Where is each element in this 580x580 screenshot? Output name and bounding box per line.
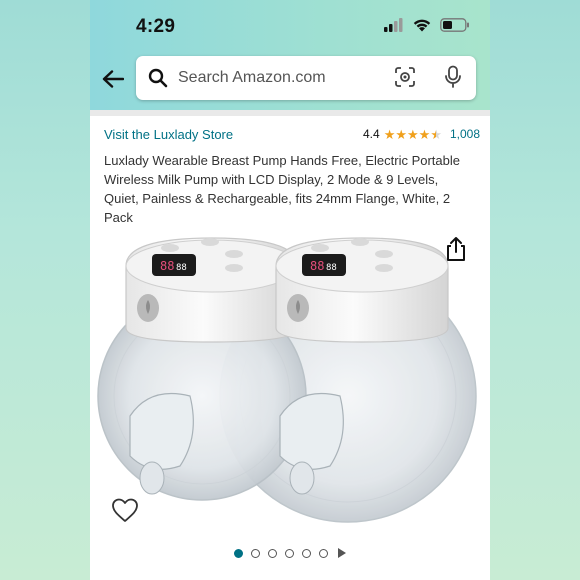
status-time: 4:29: [136, 16, 176, 37]
star-icon: ★: [418, 126, 431, 142]
carousel-indicator: [90, 546, 490, 560]
search-actions: [392, 64, 466, 90]
rating-count[interactable]: 1,008: [450, 127, 480, 141]
carousel-dot[interactable]: [234, 548, 243, 558]
svg-text:88: 88: [310, 259, 324, 273]
camera-scan-icon[interactable]: [392, 64, 418, 90]
product-image-carousel[interactable]: 88 88 88 88: [90, 226, 490, 542]
carousel-dot[interactable]: [319, 548, 328, 558]
signal-icon: [384, 18, 403, 32]
star-icon: ★: [383, 126, 396, 142]
favorite-button[interactable]: [110, 496, 140, 524]
top-bar: 4:29: [90, 0, 490, 110]
microphone-icon[interactable]: [440, 64, 466, 90]
product-title: Luxlady Wearable Breast Pump Hands Free,…: [104, 153, 460, 225]
rating-value: 4.4: [363, 127, 380, 141]
star-icon: ★: [407, 126, 419, 142]
search-bar[interactable]: [136, 56, 476, 100]
status-icons: [384, 18, 470, 32]
share-button[interactable]: [444, 236, 468, 262]
store-link[interactable]: Visit the Luxlady Store: [104, 127, 233, 142]
svg-text:88: 88: [176, 263, 187, 273]
app-screen: 4:29 Search Amazon.com Visit the Luxlady…: [90, 0, 490, 580]
svg-text:88: 88: [160, 259, 174, 273]
carousel-dot[interactable]: [251, 548, 260, 558]
magnifier-icon: [144, 64, 172, 92]
carousel-dot[interactable]: [285, 548, 294, 558]
heart-icon: [112, 498, 138, 522]
star-rating: ★ ★ ★ ★ ★: [384, 128, 442, 141]
star-icon: ★: [395, 126, 407, 142]
play-video-icon[interactable]: [338, 548, 346, 558]
carousel-dot[interactable]: [268, 548, 277, 558]
share-icon: [447, 237, 465, 261]
store-row: Visit the Luxlady Store 4.4 ★ ★ ★ ★ ★ 1,…: [104, 124, 480, 144]
search-input[interactable]: [176, 68, 380, 88]
header-divider: [90, 110, 490, 116]
half-star-icon: ★: [430, 126, 442, 142]
product-image: 88 88 88 88: [97, 237, 477, 523]
svg-text:88: 88: [326, 263, 337, 273]
back-button[interactable]: [100, 66, 126, 92]
rating-summary[interactable]: 4.4 ★ ★ ★ ★ ★ 1,008: [363, 127, 480, 141]
battery-icon: [440, 18, 469, 32]
arrow-left-icon: [102, 70, 124, 88]
carousel-dot[interactable]: [302, 548, 311, 558]
wifi-icon: [413, 19, 431, 32]
